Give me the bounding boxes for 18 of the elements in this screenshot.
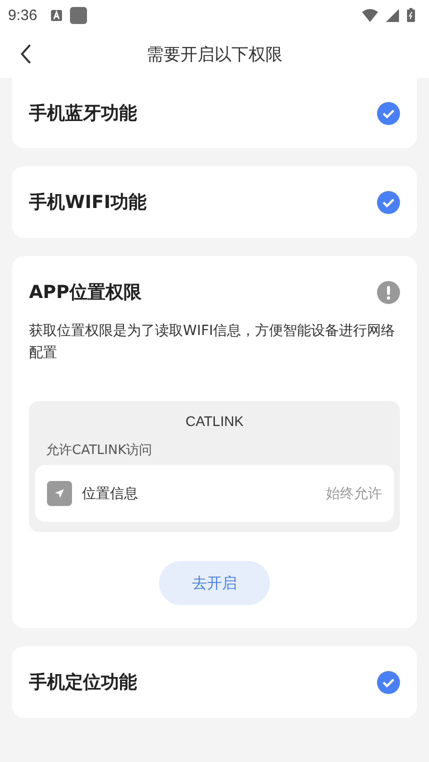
wifi-icon (362, 8, 378, 22)
status-time: 9:36 (8, 6, 38, 24)
card-title: APP位置权限 (29, 281, 142, 304)
page-title: 需要开启以下权限 (146, 44, 282, 66)
signal-icon (386, 8, 399, 22)
enable-button[interactable]: 去开启 (159, 561, 270, 605)
notification-icon (51, 10, 62, 20)
app-icon (70, 6, 88, 24)
permission-value: 始终允许 (326, 484, 382, 502)
card-title: 手机定位功能 (29, 671, 137, 694)
dialog-prompt: 允许CATLINK访问 (46, 442, 154, 459)
dialog-app-name: CATLINK (184, 413, 245, 429)
card-title: 手机蓝牙功能 (29, 102, 137, 125)
card-title: 手机WIFI功能 (29, 191, 147, 214)
permission-name: 位置信息 (82, 484, 139, 502)
card-description: 获取位置权限是为了读取WIFI信息，方便智能设备进行网络配置 (29, 322, 396, 363)
location-icon (47, 481, 72, 506)
battery-icon (407, 8, 415, 22)
